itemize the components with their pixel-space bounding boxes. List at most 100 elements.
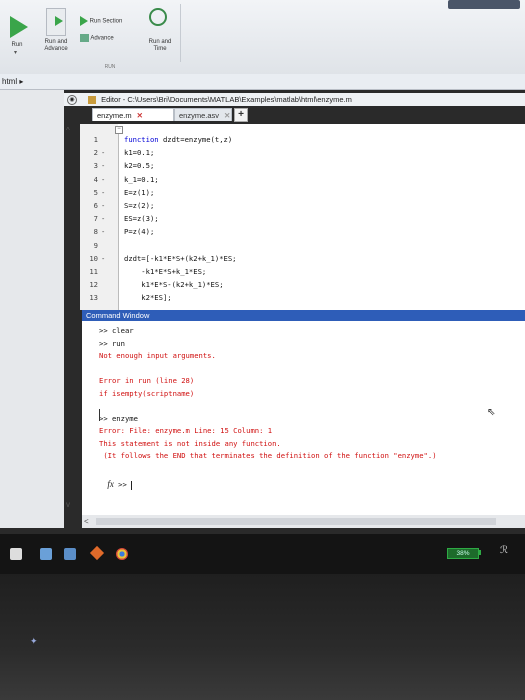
run-dropdown-icon[interactable]: ▾	[14, 50, 17, 57]
code-line[interactable]: 5- E=z(1);	[80, 187, 525, 198]
tab-enzyme-m[interactable]: enzyme.m ✕	[92, 108, 174, 121]
error-output-line: Error in run (line 28)	[99, 376, 195, 385]
breakpoint-marker[interactable]: -	[101, 213, 105, 224]
scroll-left-icon[interactable]: <	[84, 515, 89, 528]
code-text: S=z(2);	[124, 201, 155, 210]
code-line[interactable]: 9	[80, 240, 525, 251]
code-text: dzdt=[-k1*E*S+(k2+k_1)*ES;	[124, 253, 237, 263]
command-output-line: >> enzyme	[99, 413, 138, 423]
error-output-line: Not enough input arguments.	[99, 351, 216, 360]
timer-icon	[149, 8, 167, 26]
fold-toggle-icon[interactable]: −	[115, 126, 123, 134]
command-output-line: >> run	[99, 338, 125, 348]
tab-enzyme-asv[interactable]: enzyme.asv ✕	[174, 108, 232, 121]
window-controls[interactable]	[448, 0, 520, 9]
run-and-advance-label: Run and Advance	[44, 39, 68, 52]
matlab-icon[interactable]	[89, 545, 105, 561]
run-and-time-label: Run and Time	[148, 39, 172, 52]
code-editor[interactable]: − 1 function dzdt=enzyme(t,z) 2- k1=0.1; 3- k…	[80, 124, 525, 310]
scrollbar-thumb[interactable]	[96, 518, 496, 525]
breakpoint-marker[interactable]: -	[101, 226, 105, 237]
code-text: ES=z(3);	[124, 214, 159, 224]
close-icon[interactable]: ✕	[224, 111, 230, 120]
run-and-advance-button[interactable]: Run and Advance	[38, 6, 74, 56]
line-number: 4	[93, 174, 98, 184]
current-folder-breadcrumb[interactable]: html ▸	[0, 74, 525, 90]
code-text: k2=0.5;	[124, 161, 155, 171]
info-icon[interactable]: ◉	[67, 95, 77, 105]
ribbon-separator	[180, 4, 181, 62]
horizontal-scrollbar[interactable]: <	[82, 515, 525, 528]
bezel-logo-icon: ✦	[30, 636, 38, 646]
breakpoint-marker[interactable]: -	[101, 160, 105, 171]
insertion-bar	[99, 409, 100, 421]
code-text: k1*E*S-(k2+k_1)*ES;	[124, 280, 224, 290]
tab-label: enzyme.asv	[179, 111, 220, 120]
run-icon	[10, 16, 28, 38]
code-line[interactable]: 10- dzdt=[-k1*E*S+(k2+k_1)*ES;	[80, 253, 525, 264]
advance-button[interactable]: Advance	[80, 34, 140, 46]
close-icon[interactable]: ✕	[137, 111, 143, 120]
breakpoint-marker[interactable]: -	[101, 253, 105, 264]
line-number: 13	[89, 293, 98, 303]
prompt-symbol: >>	[118, 480, 127, 489]
run-section-button[interactable]: Run Section	[80, 16, 140, 28]
run-button[interactable]: Run ▾	[2, 6, 32, 56]
line-number: 3	[93, 161, 98, 171]
file-explorer-icon[interactable]	[40, 548, 52, 560]
run-section-label: Run Section	[89, 18, 123, 25]
line-number: 5	[93, 187, 98, 197]
editor-title: Editor - C:\Users\Bri\Documents\MATLAB\E…	[101, 95, 352, 104]
line-number: 7	[93, 214, 98, 224]
code-text: E=z(1);	[124, 187, 155, 197]
code-line[interactable]: 13 k2*ES];	[80, 292, 525, 303]
left-panel	[0, 90, 64, 528]
error-output-line: (It follows the END that terminates the …	[99, 451, 437, 460]
line-number: 9	[93, 240, 98, 250]
command-prompt[interactable]: fx >>	[90, 468, 133, 490]
command-output-line: >> clear	[99, 326, 134, 335]
error-output-line: This statement is not inside any functio…	[99, 438, 281, 448]
code-text: P=z(4);	[124, 227, 155, 237]
collapse-down-icon[interactable]: v	[66, 500, 70, 509]
line-number: 6	[93, 201, 98, 210]
code-line[interactable]: 8- P=z(4);	[80, 226, 525, 237]
code-line[interactable]: 12 k1*E*S-(k2+k_1)*ES;	[80, 279, 525, 290]
command-window-title: Command Window	[82, 310, 525, 321]
code-text: k2*ES];	[124, 293, 172, 303]
code-line[interactable]: 11 -k1*E*S+k_1*ES;	[80, 266, 525, 277]
code-line[interactable]: 4- k_1=0.1;	[80, 174, 525, 185]
breakpoint-marker[interactable]: -	[101, 187, 105, 198]
code-text: k1=0.1;	[124, 148, 155, 158]
line-number: 2	[93, 148, 98, 158]
line-number: 12	[89, 280, 98, 290]
code-text: -k1*E*S+k_1*ES;	[124, 267, 207, 276]
new-tab-button[interactable]: +	[234, 108, 248, 122]
screen-bezel	[0, 574, 525, 700]
store-icon[interactable]	[10, 548, 22, 560]
editor-icon	[88, 96, 96, 105]
advance-icon	[80, 34, 89, 42]
code-line[interactable]: 7- ES=z(3);	[80, 213, 525, 224]
code-line[interactable]: 2- k1=0.1;	[80, 147, 525, 158]
breakpoint-marker[interactable]: -	[101, 174, 105, 185]
chrome-icon[interactable]	[116, 548, 128, 560]
run-and-time-button[interactable]: Run and Time	[143, 6, 177, 56]
run-and-advance-icon	[46, 8, 66, 36]
battery-indicator[interactable]: 38%	[447, 548, 479, 559]
code-line[interactable]: 1 function dzdt=enzyme(t,z)	[80, 134, 525, 145]
editor-titlebar: ◉ Editor - C:\Users\Bri\Documents\MATLAB…	[64, 93, 525, 106]
code-line[interactable]: 3- k2=0.5;	[80, 160, 525, 171]
text-cursor	[131, 480, 133, 490]
ribbon-section-label: RUN	[104, 64, 116, 70]
tray-chevron-icon[interactable]: ℛ	[500, 545, 508, 556]
run-label: Run	[11, 42, 23, 48]
command-window[interactable]: >> clear >> run Not enough input arguments…	[82, 321, 525, 515]
network-icon[interactable]	[64, 548, 76, 560]
code-line[interactable]: 6- S=z(2);	[80, 200, 525, 211]
mouse-pointer-icon: ⇖	[487, 407, 496, 418]
breakpoint-marker[interactable]: -	[101, 147, 105, 158]
breakpoint-marker[interactable]: -	[101, 200, 105, 211]
function-browser-icon[interactable]: fx	[107, 479, 114, 489]
collapse-up-icon[interactable]: ^	[66, 126, 70, 135]
